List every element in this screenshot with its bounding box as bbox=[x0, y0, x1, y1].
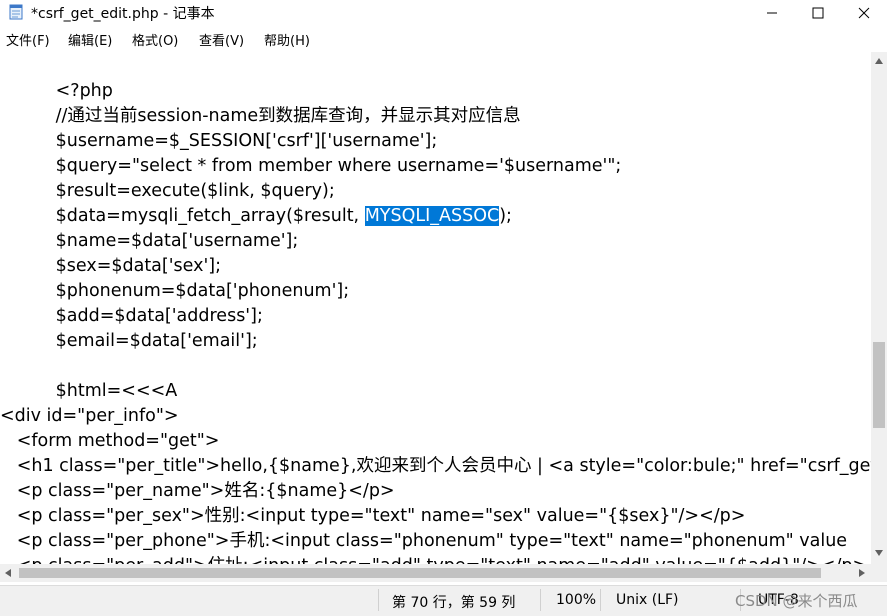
code-line: $query="select * from member where usern… bbox=[0, 156, 622, 176]
code-line: <p class="per_sex">性别:<input type="text"… bbox=[0, 506, 746, 526]
menu-view[interactable]: 查看(V) bbox=[199, 30, 244, 49]
menu-bar: 文件(F) 编辑(E) 格式(O) 查看(V) 帮助(H) bbox=[0, 28, 887, 50]
text-editor[interactable]: <?php //通过当前session-name到数据库查询，并显示其对应信息 … bbox=[0, 52, 871, 564]
menu-format[interactable]: 格式(O) bbox=[132, 30, 178, 49]
scrollbar-corner bbox=[871, 564, 887, 582]
code-line-suffix: ); bbox=[499, 206, 512, 226]
minimize-button[interactable] bbox=[749, 0, 795, 25]
cursor-position: 第 70 行，第 59 列 bbox=[392, 595, 516, 611]
notepad-app-icon bbox=[9, 4, 23, 20]
code-line: <h1 class="per_title">hello,{$name},欢迎来到… bbox=[0, 456, 871, 476]
code-line-with-selection: $data=mysqli_fetch_array($result, MYSQLI… bbox=[0, 204, 512, 229]
scroll-down-icon[interactable] bbox=[875, 550, 883, 556]
code-line: $add=$data['address']; bbox=[0, 306, 263, 326]
close-icon bbox=[858, 7, 870, 18]
code-line-prefix: $data=mysqli_fetch_array($result, bbox=[0, 206, 365, 226]
code-line: $html=<<<A bbox=[0, 381, 178, 401]
horizontal-scrollbar[interactable] bbox=[0, 564, 871, 582]
maximize-icon bbox=[812, 7, 824, 18]
vertical-scrollbar[interactable] bbox=[871, 52, 887, 564]
code-line: $result=execute($link, $query); bbox=[0, 181, 335, 201]
maximize-button[interactable] bbox=[795, 0, 841, 25]
selected-text: MYSQLI_ASSOC bbox=[364, 206, 500, 226]
watermark-text: CSDN @来个西瓜 bbox=[735, 592, 858, 610]
menu-help[interactable]: 帮助(H) bbox=[264, 30, 310, 49]
code-line: $sex=$data['sex']; bbox=[0, 256, 222, 276]
scroll-right-icon[interactable] bbox=[859, 569, 865, 577]
title-bar[interactable]: *csrf_get_edit.php - 记事本 bbox=[0, 0, 887, 25]
zoom-level: 100% bbox=[556, 592, 597, 608]
code-line: //通过当前session-name到数据库查询，并显示其对应信息 bbox=[0, 106, 521, 126]
code-line: <p class="per_add">住址:<input class="add"… bbox=[0, 554, 867, 564]
status-divider bbox=[600, 589, 601, 611]
window-title: *csrf_get_edit.php - 记事本 bbox=[31, 6, 215, 22]
close-button[interactable] bbox=[841, 0, 887, 25]
horizontal-scroll-thumb[interactable] bbox=[19, 568, 821, 578]
code-line: $name=$data['username']; bbox=[0, 231, 299, 251]
code-line: $email=$data['email']; bbox=[0, 331, 258, 351]
menu-edit[interactable]: 编辑(E) bbox=[68, 30, 112, 49]
scroll-up-icon[interactable] bbox=[875, 58, 883, 64]
line-ending: Unix (LF) bbox=[616, 592, 679, 608]
code-line: $username=$_SESSION['csrf']['username']; bbox=[0, 131, 438, 151]
status-bar: 第 70 行，第 59 列 100% Unix (LF) UTF-8 CSDN … bbox=[0, 585, 887, 616]
menu-file[interactable]: 文件(F) bbox=[6, 30, 50, 49]
status-divider bbox=[540, 589, 541, 611]
status-divider bbox=[378, 589, 379, 611]
minimize-icon bbox=[767, 12, 777, 13]
code-line: <div id="per_info"> bbox=[0, 406, 179, 426]
vertical-scroll-thumb[interactable] bbox=[873, 342, 885, 428]
code-line: <form method="get"> bbox=[0, 431, 220, 451]
code-line: $phonenum=$data['phonenum']; bbox=[0, 281, 350, 301]
scroll-left-icon[interactable] bbox=[5, 569, 11, 577]
code-line: <?php bbox=[0, 81, 113, 101]
code-line: <p class="per_name">姓名:{$name}</p> bbox=[0, 481, 395, 501]
code-line: <p class="per_phone">手机:<input class="ph… bbox=[0, 531, 848, 551]
